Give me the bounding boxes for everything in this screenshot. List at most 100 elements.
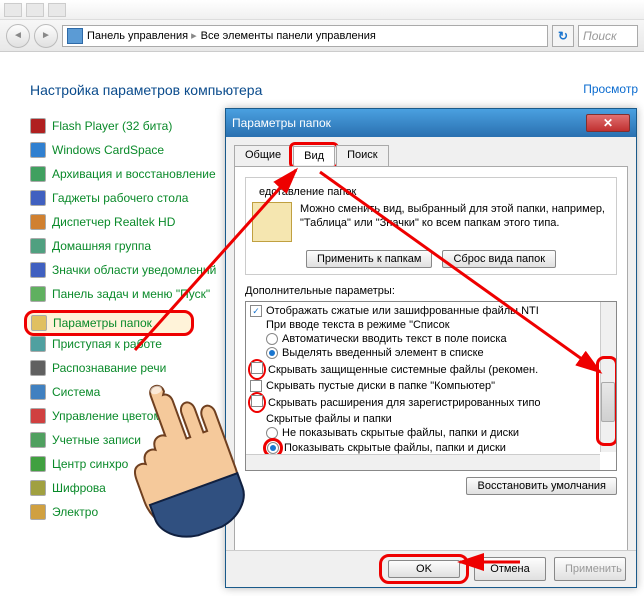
annotation-highlight [248,392,266,413]
tab-view[interactable]: Вид [293,146,335,165]
breadcrumb-seg[interactable]: Панель управления [87,29,197,42]
control-panel-item-link[interactable]: Приступая к работе [52,337,162,351]
annotation-highlight: OK [379,554,469,584]
reset-folders-button[interactable]: Сброс вида папок [442,250,556,268]
scrollbar-vertical[interactable] [600,302,616,452]
control-panel-item[interactable]: Приступая к работе [30,336,230,352]
control-panel-item[interactable]: Панель задач и меню "Пуск" [30,286,230,302]
checkbox[interactable] [250,380,262,392]
control-panel-item-link[interactable]: Значки области уведомлений [52,263,216,277]
control-panel-item-link[interactable]: Windows CardSpace [52,143,164,157]
control-panel-item-link[interactable]: Управление цветом [52,409,162,423]
control-panel-item-icon [30,262,46,278]
cancel-button[interactable]: Отмена [474,557,546,581]
checkbox[interactable] [251,362,263,374]
control-panel-item-icon [30,504,46,520]
radio[interactable] [266,347,278,359]
control-panel-item[interactable]: Параметры папок [31,315,187,331]
tab-search[interactable]: Поиск [336,145,388,166]
advanced-item[interactable]: Отображать сжатые или зашифрованные файл… [250,304,612,318]
control-panel-item-link[interactable]: Архивация и восстановление [52,167,216,181]
tab-thumb [26,3,44,17]
control-panel-item[interactable]: Flash Player (32 бита) [30,118,230,134]
folder-icon [252,202,292,242]
radio[interactable] [266,333,278,345]
folder-view-legend: едставление папок [256,186,359,198]
control-panel-item[interactable]: Гаджеты рабочего стола [30,190,230,206]
advanced-item[interactable]: Скрывать пустые диски в папке "Компьютер… [250,379,612,393]
control-panel-item[interactable]: Шифрова [30,480,230,496]
annotation-highlight: Вид [289,142,339,169]
advanced-item[interactable]: Выделять введенный элемент в списке [266,346,612,360]
control-panel-item[interactable]: Распознавание речи [30,360,230,376]
scrollbar-horizontal[interactable] [246,454,600,470]
advanced-item[interactable]: Автоматически вводить текст в поле поиск… [266,332,612,346]
control-panel-item-link[interactable]: Шифрова [52,481,106,495]
scrollbar-thumb[interactable] [601,382,615,422]
ok-button[interactable]: OK [388,560,460,578]
control-panel-item-link[interactable]: Распознавание речи [52,361,166,375]
advanced-item[interactable]: Скрывать защищенные системные файлы (рек… [250,360,612,379]
address-bar: ◄ ► Панель управления Все элементы панел… [0,20,644,52]
tab-general[interactable]: Общие [234,145,292,166]
control-panel-item-link[interactable]: Панель задач и меню "Пуск" [52,287,210,301]
checkbox[interactable] [250,305,262,317]
radio[interactable] [267,442,279,454]
control-panel-item[interactable]: Система [30,384,230,400]
control-panel-item-link[interactable]: Домашняя группа [52,239,151,253]
search-input[interactable]: Поиск [578,25,638,47]
control-panel-item[interactable]: Центр синхро [30,456,230,472]
dialog-button-row: OK Отмена Применить [226,550,636,587]
control-panel-item-link[interactable]: Система [52,385,100,399]
control-panel-item[interactable]: Электро [30,504,230,520]
control-panel-item[interactable]: Windows CardSpace [30,142,230,158]
control-panel-item-link[interactable]: Flash Player (32 бита) [52,119,172,133]
nav-forward-button[interactable]: ► [34,24,58,48]
restore-defaults-button[interactable]: Восстановить умолчания [466,477,617,495]
control-panel-item-link[interactable]: Гаджеты рабочего стола [52,191,188,205]
view-mode-label[interactable]: Просмотр [583,82,638,96]
control-panel-item[interactable]: Архивация и восстановление [30,166,230,182]
advanced-settings-list[interactable]: Отображать сжатые или зашифрованные файл… [245,301,617,471]
control-panel-item[interactable]: Диспетчер Realtek HD [30,214,230,230]
advanced-item-label: Скрывать пустые диски в папке "Компьютер… [266,380,495,392]
control-panel-item-icon [30,190,46,206]
dialog-title-text: Параметры папок [232,116,331,130]
close-icon[interactable]: ✕ [586,114,630,132]
advanced-settings-label: Дополнительные параметры: [245,285,617,297]
refresh-button[interactable]: ↻ [552,25,574,47]
nav-back-button[interactable]: ◄ [6,24,30,48]
page-title: Настройка параметров компьютера [30,82,644,98]
control-panel-item[interactable]: Домашняя группа [30,238,230,254]
control-panel-item[interactable]: Управление цветом [30,408,230,424]
advanced-item: Скрытые файлы и папки [250,412,612,426]
advanced-item-label: Скрывать защищенные системные файлы (рек… [268,364,538,376]
folder-view-group: едставление папок Можно сменить вид, выб… [245,177,617,275]
control-panel-item-link[interactable]: Диспетчер Realtek HD [52,215,175,229]
control-panel-item[interactable]: Учетные записи [30,432,230,448]
checkbox[interactable] [251,395,263,407]
dialog-titlebar[interactable]: Параметры папок ✕ [226,109,636,137]
advanced-item-label: Скрывать расширения для зарегистрированн… [268,397,541,409]
control-panel-item-link[interactable]: Учетные записи [52,433,141,447]
control-panel-item-icon [31,315,47,331]
breadcrumb-seg[interactable]: Все элементы панели управления [201,30,376,42]
control-panel-item-icon [30,480,46,496]
control-panel-item-icon [30,336,46,352]
control-panel-item[interactable]: Значки области уведомлений [30,262,230,278]
control-panel-item-icon [30,166,46,182]
apply-button[interactable]: Применить [554,557,626,581]
advanced-item-label: Выделять введенный элемент в списке [282,347,484,359]
control-panel-item-link[interactable]: Электро [52,505,98,519]
apply-to-folders-button[interactable]: Применить к папкам [306,250,433,268]
control-panel-item-link[interactable]: Параметры папок [53,316,152,330]
breadcrumb[interactable]: Панель управления Все элементы панели уп… [62,25,548,47]
advanced-item[interactable]: Не показывать скрытые файлы, папки и дис… [266,426,612,440]
control-panel-icon [67,28,83,44]
control-panel-item-link[interactable]: Центр синхро [52,457,128,471]
window-tabs-bar [0,0,644,20]
control-panel-item-icon [30,118,46,134]
advanced-item-label: Автоматически вводить текст в поле поиск… [282,333,507,345]
tab-thumb [48,3,66,17]
advanced-item[interactable]: Скрывать расширения для зарегистрированн… [250,393,612,412]
